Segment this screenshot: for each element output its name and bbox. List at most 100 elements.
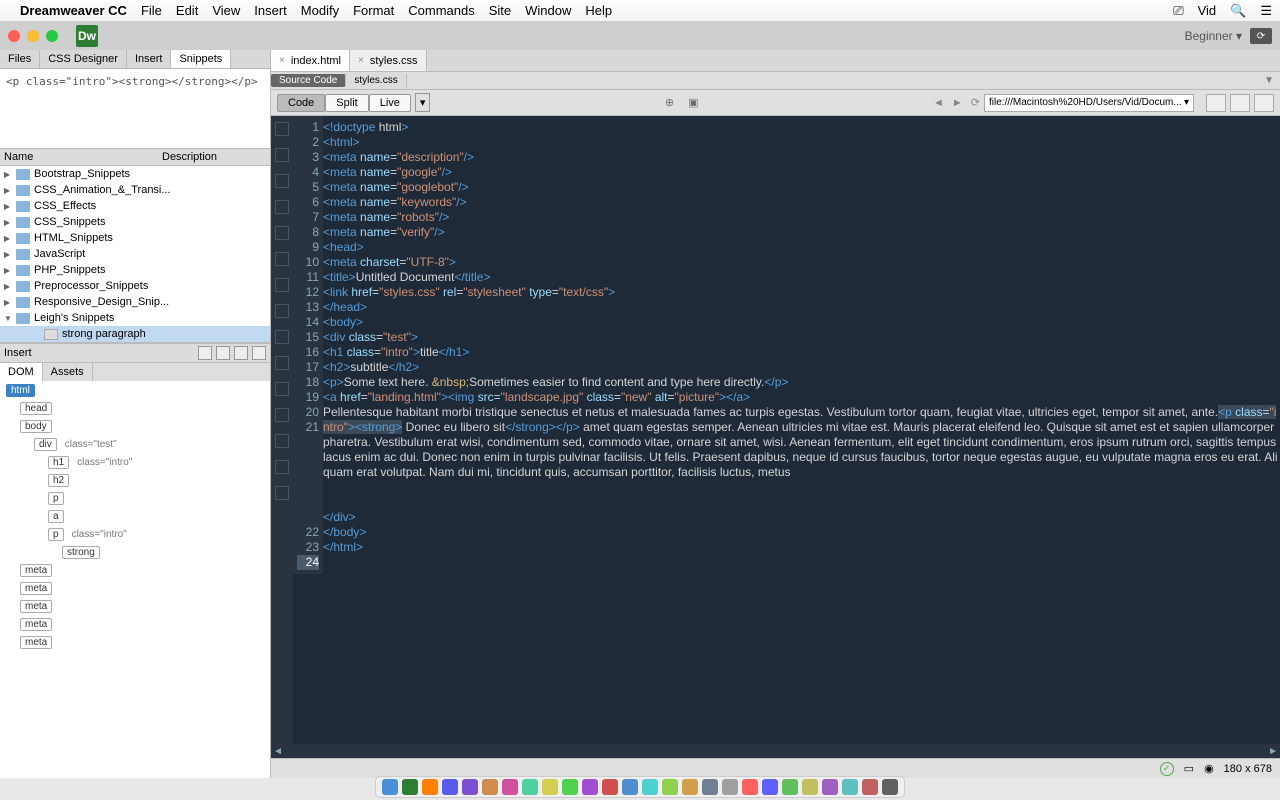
open-documents-icon[interactable] <box>275 122 289 136</box>
snippet-item[interactable]: ▶CSS_Animation_&_Transi... <box>0 182 270 198</box>
spotlight-icon[interactable]: 🔍 <box>1230 3 1246 19</box>
syntax-error-icon[interactable] <box>275 356 289 370</box>
dom-node[interactable]: strong <box>0 543 270 561</box>
dock-app-icon[interactable] <box>702 779 718 795</box>
options-icon[interactable] <box>1254 94 1274 112</box>
col-name[interactable]: Name <box>4 151 162 163</box>
dock-app-icon[interactable] <box>442 779 458 795</box>
dock-app-icon[interactable] <box>842 779 858 795</box>
dom-node[interactable]: pclass="intro" <box>0 525 270 543</box>
dom-node[interactable]: meta <box>0 561 270 579</box>
dom-node[interactable]: meta <box>0 597 270 615</box>
close-tab-icon[interactable]: × <box>279 55 285 66</box>
close-icon[interactable] <box>8 30 20 42</box>
live-code-icon[interactable]: ▣ <box>688 96 698 109</box>
panel-tab-files[interactable]: Files <box>0 50 40 68</box>
balance-braces-icon[interactable] <box>275 252 289 266</box>
dock-app-icon[interactable] <box>662 779 678 795</box>
collapse-tag-icon[interactable] <box>275 174 289 188</box>
snippet-item[interactable]: ▶Preprocessor_Snippets <box>0 278 270 294</box>
snippet-item[interactable]: ▶CSS_Snippets <box>0 214 270 230</box>
panel-tab-css-designer[interactable]: CSS Designer <box>40 50 127 68</box>
live-dropdown-icon[interactable]: ▾ <box>415 93 431 112</box>
line-numbers-icon[interactable] <box>275 278 289 292</box>
tab-dom[interactable]: DOM <box>0 363 43 381</box>
dock-app-icon[interactable] <box>602 779 618 795</box>
window-size-icon[interactable]: ◉ <box>1204 762 1214 775</box>
dock-app-icon[interactable] <box>682 779 698 795</box>
menu-file[interactable]: File <box>141 3 162 18</box>
minimize-icon[interactable] <box>27 30 39 42</box>
menu-help[interactable]: Help <box>585 3 612 18</box>
view-split-button[interactable]: Split <box>325 94 368 112</box>
snippet-item[interactable]: ▶PHP_Snippets <box>0 262 270 278</box>
snippet-item[interactable]: ▶Bootstrap_Snippets <box>0 166 270 182</box>
menu-format[interactable]: Format <box>353 3 394 18</box>
dock-app-icon[interactable] <box>862 779 878 795</box>
inspect-icon[interactable]: ⊕ <box>665 96 674 109</box>
menu-commands[interactable]: Commands <box>408 3 474 18</box>
validate-ok-icon[interactable]: ✓ <box>1160 762 1174 776</box>
dimensions-readout[interactable]: 180 x 678 <box>1224 763 1272 775</box>
address-bar[interactable]: file:///Macintosh%20HD/Users/Vid/Docum..… <box>984 94 1194 112</box>
dom-node[interactable]: meta <box>0 633 270 651</box>
dom-node[interactable]: head <box>0 399 270 417</box>
horizontal-scrollbar[interactable]: ◄ ► <box>271 744 1280 758</box>
col-description[interactable]: Description <box>162 151 266 163</box>
panel-tab-insert[interactable]: Insert <box>127 50 172 68</box>
dock-app-icon[interactable] <box>622 779 638 795</box>
refresh-icon[interactable]: ⟳ <box>971 96 980 109</box>
document-tab[interactable]: ×index.html <box>271 50 350 71</box>
dom-node[interactable]: body <box>0 417 270 435</box>
dock-app-icon[interactable] <box>482 779 498 795</box>
dom-node[interactable]: html <box>0 381 270 399</box>
file-mgmt-icon[interactable] <box>1206 94 1226 112</box>
menu-window[interactable]: Window <box>525 3 571 18</box>
code-editor[interactable]: 123456789101112131415161718192021222324 … <box>293 116 1280 744</box>
sync-settings-icon[interactable]: ⟳ <box>1250 28 1272 44</box>
filter-related-icon[interactable]: ▼ <box>1264 75 1280 86</box>
dock-app-icon[interactable] <box>522 779 538 795</box>
outdent-icon[interactable] <box>275 460 289 474</box>
dock-app-icon[interactable] <box>742 779 758 795</box>
expand-all-icon[interactable] <box>275 200 289 214</box>
new-snippet-icon[interactable] <box>216 346 230 360</box>
dock-app-icon[interactable] <box>762 779 778 795</box>
dom-node[interactable]: h1class="intro" <box>0 453 270 471</box>
workspace-dropdown[interactable]: Beginner ▾ <box>1185 29 1242 43</box>
dom-node[interactable]: a <box>0 507 270 525</box>
device-preview-icon[interactable]: ▭ <box>1184 762 1194 775</box>
word-wrap-icon[interactable] <box>275 330 289 344</box>
menu-edit[interactable]: Edit <box>176 3 198 18</box>
move-css-icon[interactable] <box>275 408 289 422</box>
screencast-icon[interactable]: ⎚ <box>1173 3 1183 19</box>
menu-view[interactable]: View <box>212 3 240 18</box>
insert-button[interactable]: Insert <box>4 347 32 359</box>
related-file-tab[interactable]: styles.css <box>346 74 406 87</box>
dock-app-icon[interactable] <box>542 779 558 795</box>
dock-app-icon[interactable] <box>802 779 818 795</box>
snippet-list[interactable]: ▶Bootstrap_Snippets▶CSS_Animation_&_Tran… <box>0 166 270 343</box>
dom-node[interactable]: h2 <box>0 471 270 489</box>
nav-forward-icon[interactable]: ► <box>952 97 963 109</box>
delete-snippet-icon[interactable] <box>252 346 266 360</box>
scroll-left-icon[interactable]: ◄ <box>273 746 283 757</box>
menu-user[interactable]: Vid <box>1198 3 1217 18</box>
related-file-tab[interactable]: Source Code <box>271 74 346 87</box>
nav-back-icon[interactable]: ◄ <box>933 97 944 109</box>
dock-app-icon[interactable] <box>782 779 798 795</box>
select-parent-icon[interactable] <box>275 226 289 240</box>
dock-app-icon[interactable] <box>722 779 738 795</box>
macos-dock[interactable] <box>375 776 905 798</box>
indent-icon[interactable] <box>275 434 289 448</box>
new-folder-icon[interactable] <box>198 346 212 360</box>
recent-snippets-icon[interactable] <box>275 382 289 396</box>
edit-snippet-icon[interactable] <box>234 346 248 360</box>
snippet-item[interactable]: ▶CSS_Effects <box>0 198 270 214</box>
dom-node[interactable]: divclass="test" <box>0 435 270 453</box>
zoom-icon[interactable] <box>46 30 58 42</box>
dock-app-icon[interactable] <box>462 779 478 795</box>
dock-app-icon[interactable] <box>502 779 518 795</box>
dock-app-icon[interactable] <box>822 779 838 795</box>
snippet-item[interactable]: strong paragraph <box>0 326 270 342</box>
